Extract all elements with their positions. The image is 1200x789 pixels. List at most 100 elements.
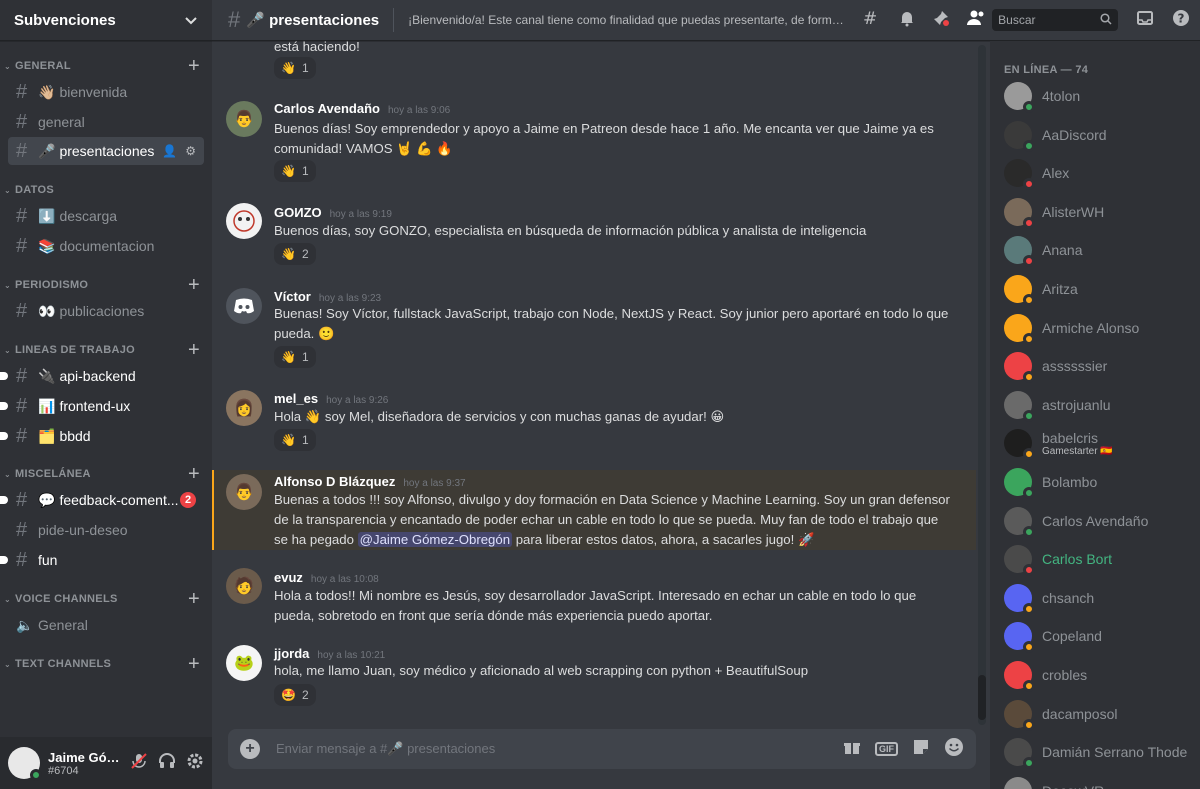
channel-topic[interactable]: ¡Bienvenido/a! Este canal tiene como fin… xyxy=(408,13,848,27)
add-channel-icon[interactable]: + xyxy=(188,464,200,484)
reaction[interactable]: 👋 1 xyxy=(274,57,316,79)
channel-descarga[interactable]: # ⬇️ descarga xyxy=(8,202,204,230)
avatar[interactable]: 🐸 xyxy=(226,645,262,681)
threads-icon[interactable]: # xyxy=(862,8,882,33)
members-icon[interactable] xyxy=(966,9,986,32)
voice-channel-general[interactable]: 🔈 General xyxy=(8,611,204,639)
category-text-channels[interactable]: ⌄ TEXT CHANNELS + xyxy=(0,654,212,674)
bell-icon[interactable] xyxy=(898,9,916,32)
author-name[interactable]: Víctor xyxy=(274,289,311,304)
gif-button[interactable]: GIF xyxy=(875,742,898,756)
category-miscelanea[interactable]: ⌄ MISCELÁNEA + xyxy=(0,464,212,484)
channel-feedback[interactable]: # 💬 feedback-coment... 2 xyxy=(0,486,204,514)
help-icon[interactable]: ? xyxy=(1172,9,1190,32)
member-item[interactable]: AaDiscord xyxy=(1004,119,1107,152)
add-channel-icon[interactable]: + xyxy=(188,340,200,360)
search-input[interactable]: Buscar xyxy=(992,9,1119,31)
member-item[interactable]: assssssier xyxy=(1004,350,1107,384)
channel-general[interactable]: # general xyxy=(8,108,204,136)
chevron-down-icon[interactable] xyxy=(184,13,198,27)
reaction[interactable]: 👋 2 xyxy=(274,243,316,265)
member-item[interactable]: Bolambo xyxy=(1004,466,1098,499)
add-channel-icon[interactable]: + xyxy=(188,589,200,609)
category-general[interactable]: ⌄ GENERAL + xyxy=(0,56,212,76)
add-channel-icon[interactable]: + xyxy=(188,56,200,76)
message: 🧑 evuz hoy a las 10:08 Hola a todos!! Mi… xyxy=(212,566,976,626)
member-item[interactable]: 4tolon xyxy=(1004,80,1080,113)
author-name[interactable]: mel_es xyxy=(274,391,318,406)
author-name[interactable]: GOИZO xyxy=(274,205,322,220)
avatar[interactable] xyxy=(8,747,42,781)
status-icon xyxy=(1023,409,1035,422)
member-item[interactable]: Damián Serrano Thode xyxy=(1004,736,1187,770)
add-channel-icon[interactable]: + xyxy=(188,275,200,295)
message-input[interactable]: Enviar mensaje a #🎤 presentaciones xyxy=(276,741,843,757)
avatar[interactable] xyxy=(226,288,262,324)
member-item[interactable]: Aritza xyxy=(1004,273,1078,306)
member-item[interactable]: Armiche Alonso xyxy=(1004,312,1139,345)
server-header[interactable]: Subvenciones xyxy=(0,0,212,41)
reaction[interactable]: 👋 1 xyxy=(274,160,316,182)
channel-bbdd[interactable]: # 🗂️ bbdd xyxy=(0,422,204,450)
status-icon xyxy=(1023,564,1035,577)
author-name[interactable]: Alfonso D Blázquez xyxy=(274,474,395,489)
member-item[interactable]: Alex xyxy=(1004,157,1069,191)
channel-pide-un-deseo[interactable]: # pide-un-deseo xyxy=(8,516,204,544)
channel-documentacion[interactable]: # 📚 documentacion xyxy=(8,232,204,260)
gift-icon[interactable] xyxy=(843,738,861,761)
reaction[interactable]: 👋 1 xyxy=(274,346,316,368)
add-member-icon[interactable]: 👤 xyxy=(162,144,177,158)
reaction[interactable]: 🤩 2 xyxy=(274,684,316,706)
member-item[interactable]: astrojuanlu xyxy=(1004,389,1111,422)
user-mention[interactable]: @Jaime Gómez-Obregón xyxy=(357,532,513,547)
avatar[interactable]: 👨 xyxy=(226,101,262,137)
avatar[interactable]: 🧑 xyxy=(226,568,262,604)
channel-frontend-ux[interactable]: # 📊 frontend-ux xyxy=(0,392,204,420)
member-item[interactable]: babelcris Gamestarter 🇪🇸 xyxy=(1004,427,1113,461)
gear-icon[interactable] xyxy=(186,752,204,775)
reaction[interactable]: 👋 1 xyxy=(274,429,316,451)
channel-fun[interactable]: # fun xyxy=(0,546,204,574)
member-item[interactable]: AlisterWH xyxy=(1004,196,1104,229)
avatar[interactable]: 👨 xyxy=(226,474,262,510)
category-periodismo[interactable]: ⌄ PERIODISMO + xyxy=(0,275,212,295)
emoji-icon[interactable] xyxy=(944,737,964,762)
member-item[interactable]: Anana xyxy=(1004,234,1082,268)
sticker-icon[interactable] xyxy=(912,738,930,761)
hash-icon: # xyxy=(16,139,28,162)
channel-presentaciones[interactable]: # 🎤 presentaciones 👤 ⚙ xyxy=(8,137,204,165)
channel-api-backend[interactable]: # 🔌 api-backend xyxy=(0,362,204,390)
member-item[interactable]: dacamposol xyxy=(1004,698,1118,731)
member-item[interactable]: DecowVR xyxy=(1004,775,1104,789)
avatar xyxy=(1004,352,1035,384)
avatar xyxy=(1004,583,1035,615)
member-item[interactable]: Carlos Avendaño xyxy=(1004,505,1148,538)
author-name[interactable]: Carlos Avendaño xyxy=(274,101,380,116)
category-lineas-de-trabajo[interactable]: ⌄ LINEAS DE TRABAJO + xyxy=(0,340,212,360)
author-name[interactable]: jjorda xyxy=(274,646,309,661)
member-item[interactable]: Copeland xyxy=(1004,620,1102,654)
category-datos[interactable]: ⌄ DATOS xyxy=(0,181,212,199)
add-attachment-button[interactable]: + xyxy=(240,739,260,759)
gear-icon[interactable]: ⚙ xyxy=(185,144,196,158)
category-voice-channels[interactable]: ⌄ VOICE CHANNELS + xyxy=(0,589,212,609)
channel-publicaciones[interactable]: # 👀 publicaciones xyxy=(8,297,204,325)
member-item[interactable]: Carlos Bort xyxy=(1004,543,1112,577)
avatar[interactable]: 👩 xyxy=(226,390,262,426)
channel-bienvenida[interactable]: # 👋🏼 bienvenida xyxy=(8,78,204,106)
member-item[interactable]: crobles xyxy=(1004,659,1087,692)
inbox-icon[interactable] xyxy=(1136,9,1154,32)
add-channel-icon[interactable]: + xyxy=(188,654,200,674)
member-name: AaDiscord xyxy=(1042,126,1107,143)
author-name[interactable]: evuz xyxy=(274,570,303,585)
avatar[interactable] xyxy=(226,203,262,239)
message-body: está haciendo! xyxy=(274,41,360,54)
mute-mic-icon[interactable] xyxy=(130,752,148,775)
message-composer[interactable]: + Enviar mensaje a #🎤 presentaciones GIF xyxy=(228,729,976,769)
scrollbar[interactable] xyxy=(978,45,986,725)
member-name: Bolambo xyxy=(1042,474,1098,490)
scrollbar-thumb[interactable] xyxy=(978,675,986,720)
headphones-icon[interactable] xyxy=(158,752,176,775)
member-item[interactable]: chsanch xyxy=(1004,582,1094,615)
pin-icon[interactable] xyxy=(932,9,950,32)
